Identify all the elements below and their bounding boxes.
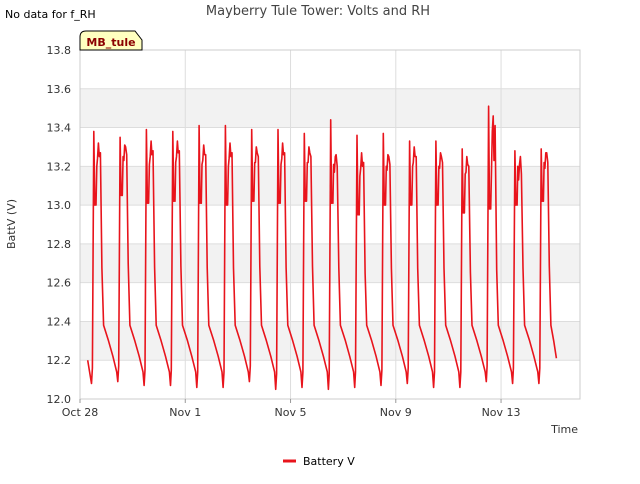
x-tick-label: Nov 5 [275,406,307,419]
y-tick-label: 13.4 [47,122,72,135]
chart-title: Mayberry Tule Tower: Volts and RH [206,4,430,19]
y-axis-label: BattV (V) [5,199,18,249]
y-tick-label: 13.0 [47,199,72,212]
y-tick-label: 12.6 [47,277,72,290]
y-tick-label: 12.2 [47,354,72,367]
x-axis-label: Time [550,423,578,436]
legend-label-battery-v: Battery V [303,455,355,468]
y-tick-label: 12.0 [47,393,72,406]
y-tick-label: 12.4 [47,315,72,328]
y-tick-label: 13.2 [47,160,72,173]
site-tag-label: MB_tule [86,36,135,49]
site-tag: MB_tule [79,30,143,51]
x-tick-label: Oct 28 [62,406,99,419]
x-tick-label: Nov 9 [380,406,412,419]
x-tick-label: Nov 13 [482,406,521,419]
y-tick-label: 13.6 [47,83,72,96]
no-data-notice: No data for f_RH [5,8,96,21]
x-tick-label: Nov 1 [169,406,201,419]
y-tick-label: 13.8 [47,44,72,57]
y-tick-label: 12.8 [47,238,72,251]
chart: No data for f_RH Mayberry Tule Tower: Vo… [0,0,640,480]
